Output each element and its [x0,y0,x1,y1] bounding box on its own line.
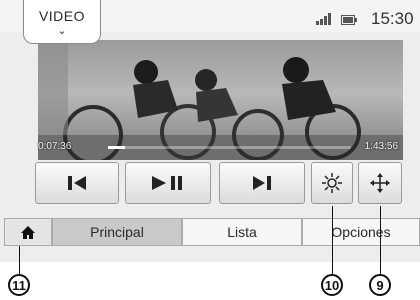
progress-track[interactable] [108,146,351,149]
play-pause-icon [152,176,182,190]
callout-line-format [380,206,381,274]
home-button[interactable] [4,218,52,246]
tab-lista-label: Lista [227,224,257,240]
tab-principal-label: Principal [90,224,144,240]
progress-row: 0:07:36 1:43:56 [38,140,403,158]
home-icon [21,225,35,239]
skip-previous-icon [68,176,86,190]
tab-opciones-label: Opciones [331,224,391,240]
callout-format: 9 [369,274,391,296]
brightness-icon [322,173,342,193]
play-pause-button[interactable] [125,162,211,204]
skip-next-icon [253,176,271,190]
callout-home: 11 [8,274,30,296]
tab-bar: Principal Lista Opciones [4,218,420,246]
tab-principal[interactable]: Principal [52,218,182,246]
battery-icon [341,12,357,30]
brightness-button[interactable] [311,162,353,204]
callout-brightness: 10 [321,274,343,296]
move-arrows-icon [370,173,390,193]
app-title: VIDEO [38,8,86,24]
chevron-down-icon: ⌄ [57,25,67,37]
clock: 15:30 [371,9,414,28]
tab-opciones[interactable]: Opciones [302,218,420,246]
progress-fill [108,146,125,149]
callout-line-home [19,246,20,274]
previous-track-button[interactable] [35,162,119,204]
elapsed-time: 0:07:36 [38,141,72,152]
callout-line-brightness [332,206,333,274]
multimedia-screen: 15:30 VIDEO ⌄ 0:07:36 1:43:56 Principal … [0,0,420,262]
display-format-button[interactable] [358,162,402,204]
tab-lista[interactable]: Lista [182,218,302,246]
total-time: 1:43:56 [364,141,398,152]
video-menu-tab[interactable]: VIDEO ⌄ [23,0,101,44]
next-track-button[interactable] [219,162,305,204]
signal-icon [316,12,336,30]
